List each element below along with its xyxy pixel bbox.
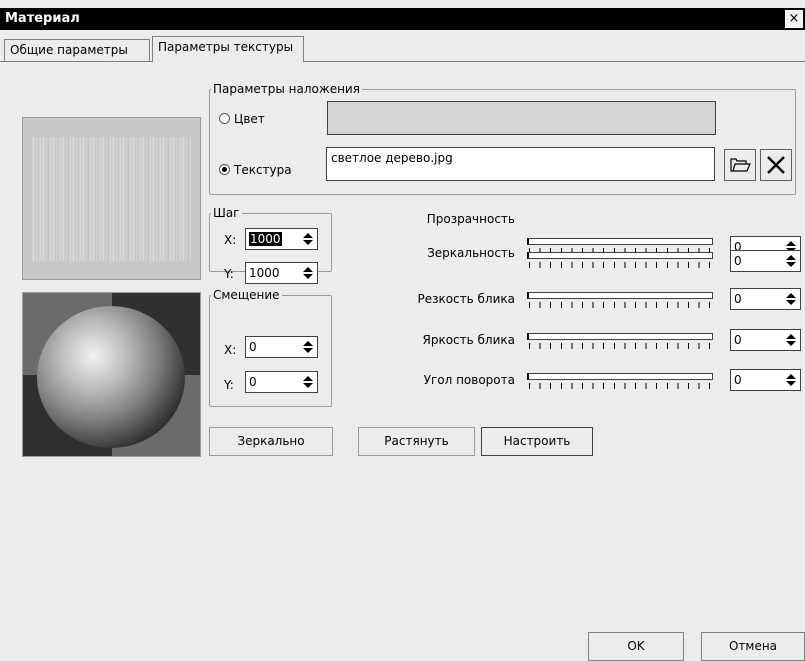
step-y-value: 1000 <box>249 266 280 280</box>
highlight-brightness-slider[interactable] <box>527 331 713 351</box>
texture-preview <box>22 117 201 280</box>
sphere-preview <box>22 292 201 457</box>
spin-arrows-icon[interactable] <box>785 374 796 387</box>
specularity-value: 0 <box>734 254 742 268</box>
step-x-stepper[interactable]: 1000 <box>245 228 318 250</box>
offset-x-value: 0 <box>249 340 257 354</box>
ok-button[interactable]: OK <box>588 632 684 661</box>
wood-texture-image <box>32 137 191 261</box>
texture-file-field[interactable]: светлое дерево.jpg <box>326 147 715 181</box>
transparency-label: Прозрачность <box>426 212 515 226</box>
color-radio[interactable]: Цвет <box>219 112 265 126</box>
highlight-sharpness-slider[interactable] <box>527 290 713 310</box>
title-bar: Материал × <box>0 8 805 30</box>
rotation-angle-slider[interactable] <box>527 371 713 391</box>
offset-legend: Смещение <box>213 288 280 302</box>
step-legend: Шаг <box>213 206 240 220</box>
highlight-sharpness-label: Резкость блика <box>417 292 515 306</box>
offset-y-stepper[interactable]: 0 <box>245 371 318 393</box>
highlight-brightness-label: Яркость блика <box>422 333 516 347</box>
texture-file-value: светлое дерево.jpg <box>331 151 453 165</box>
open-file-button[interactable] <box>724 149 756 181</box>
spin-arrows-icon[interactable] <box>785 334 796 347</box>
clear-x-icon <box>767 156 785 174</box>
offset-x-stepper[interactable]: 0 <box>245 336 318 358</box>
rotation-angle-stepper[interactable]: 0 <box>730 369 801 391</box>
highlight-sharpness-stepper[interactable]: 0 <box>730 288 801 310</box>
stretch-button[interactable]: Растянуть <box>358 427 475 456</box>
mirror-button[interactable]: Зеркально <box>209 427 333 456</box>
step-y-label: Y: <box>224 267 234 281</box>
specularity-stepper[interactable]: 0 <box>730 250 801 272</box>
highlight-sharpness-value: 0 <box>734 292 742 306</box>
step-y-stepper[interactable]: 1000 <box>245 262 318 284</box>
radio-icon[interactable] <box>219 113 230 124</box>
offset-y-label: Y: <box>224 378 234 392</box>
highlight-brightness-stepper[interactable]: 0 <box>730 329 801 351</box>
specularity-slider[interactable] <box>527 250 713 270</box>
clear-texture-button[interactable] <box>760 149 792 181</box>
radio-selected-icon[interactable] <box>219 164 230 175</box>
spin-arrows-icon[interactable] <box>785 293 796 306</box>
tab-strip: Общие параметры Параметры текстуры <box>0 30 805 62</box>
close-button[interactable]: × <box>785 10 803 28</box>
material-dialog: Материал × Общие параметры Параметры тек… <box>0 0 805 661</box>
tab-divider-gap <box>153 61 303 62</box>
rotation-angle-value: 0 <box>734 373 742 387</box>
highlight-brightness-value: 0 <box>734 333 742 347</box>
window-title: Материал <box>5 11 80 26</box>
tab-general[interactable]: Общие параметры <box>4 39 150 61</box>
color-radio-label: Цвет <box>234 112 265 126</box>
spin-arrows-icon[interactable] <box>785 255 796 268</box>
step-x-label: X: <box>224 233 237 247</box>
offset-x-label: X: <box>224 343 237 357</box>
adjust-button[interactable]: Настроить <box>481 427 593 456</box>
spin-arrows-icon[interactable] <box>302 233 313 246</box>
spin-arrows-icon[interactable] <box>302 376 313 389</box>
spin-arrows-icon[interactable] <box>302 341 313 354</box>
tab-texture[interactable]: Параметры текстуры <box>152 36 304 62</box>
material-sphere <box>37 306 185 448</box>
offset-y-value: 0 <box>249 375 257 389</box>
overlay-params-legend: Параметры наложения <box>213 82 360 96</box>
spin-arrows-icon[interactable] <box>302 267 313 280</box>
specularity-label: Зеркальность <box>427 246 515 260</box>
color-swatch[interactable] <box>327 101 716 135</box>
texture-radio[interactable]: Текстура <box>219 163 292 177</box>
tab-general-label: Общие параметры <box>10 43 128 57</box>
rotation-angle-label: Угол поворота <box>423 373 515 387</box>
tab-divider <box>0 61 805 62</box>
tab-texture-label: Параметры текстуры <box>158 40 294 54</box>
close-icon: × <box>788 11 800 26</box>
folder-open-icon <box>730 158 751 172</box>
cancel-button[interactable]: Отмена <box>701 632 805 661</box>
texture-radio-label: Текстура <box>234 163 292 177</box>
step-x-value: 1000 <box>249 232 282 246</box>
